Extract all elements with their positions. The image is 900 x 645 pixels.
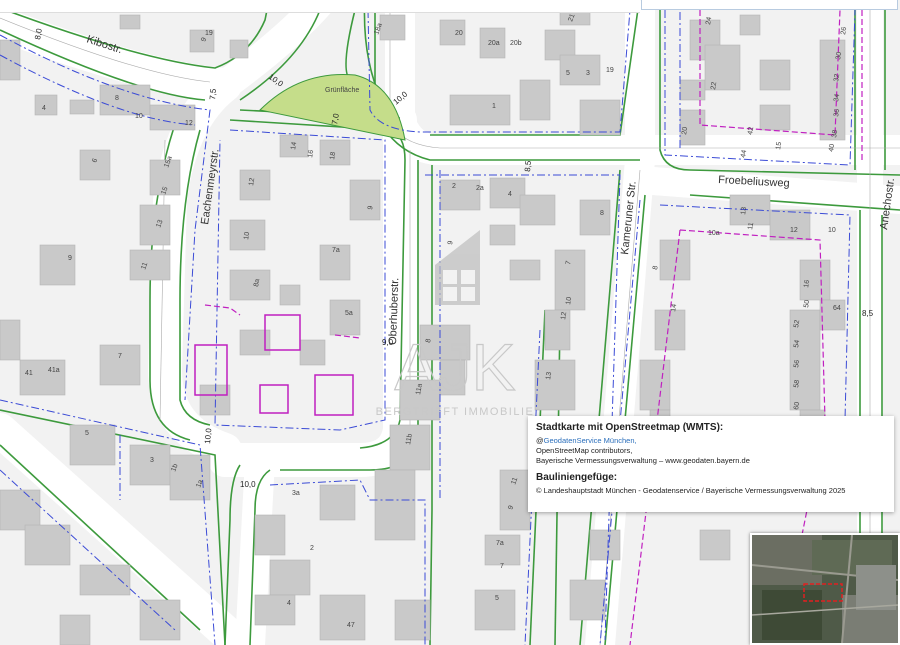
house-number: 12 [790,227,798,234]
house-number: 38 [831,129,839,138]
house-number: 50 [803,299,811,308]
info-title: Stadtkarte mit OpenStreetmap (WMTS): [536,422,724,433]
house-number: 1 [492,103,496,110]
dimension-label: 10,0 [240,480,256,489]
green-area-label: Grünfläche [325,87,359,94]
dimension-label: 9,0 [382,338,394,347]
section-title: Bauliniengefüge: [536,472,618,483]
house-number: 10a [708,230,720,237]
info-panel: Stadtkarte mit OpenStreetmap (WMTS): @Ge… [528,416,894,512]
dimension-label: 7,5 [208,88,218,100]
house-number: 20b [510,40,522,47]
house-number: 9 [68,255,72,262]
house-number: 42 [747,126,755,135]
house-number: 11 [747,222,755,230]
house-number: 8 [115,95,119,102]
house-number: 3a [292,490,300,497]
street-label-oberhuberstr: Oberhuberstr. [387,277,401,345]
house-number: 5 [495,595,499,602]
house-number: 4 [508,191,512,198]
house-number: 13 [740,206,748,215]
house-number: 44 [740,149,748,158]
house-number: 10 [243,231,251,240]
house-number: 26 [840,26,848,35]
dimension-label: 8,5 [862,309,874,318]
house-number: 20a [488,40,500,47]
house-number: 56 [793,359,801,368]
house-number: 14 [290,141,298,150]
house-number: 16 [307,149,315,158]
house-number: 41 [25,370,33,377]
minimap-image [752,535,898,643]
house-number: 54 [793,339,801,348]
house-number: 16 [803,279,811,288]
house-number: 64 [833,305,841,312]
overview-minimap[interactable] [750,533,900,645]
house-number: 12 [560,311,568,320]
house-number: 7 [500,563,504,570]
house-number: 18 [329,151,337,160]
house-number: 47 [347,622,355,629]
house-number: 2 [452,183,456,190]
credit-line: OpenStreetMap contributors, [536,446,633,455]
house-number: 7a [332,247,340,254]
house-number: 10 [135,113,143,120]
house-number: 52 [793,319,801,328]
house-number: 2a [476,185,484,192]
house-number: 20 [681,126,689,135]
house-number: 5a [345,310,353,317]
house-number: 8 [600,210,604,217]
house-number: 32 [833,73,841,82]
house-number: 2 [310,545,314,552]
house-number: 41a [48,367,60,374]
house-number: 4 [42,105,46,112]
house-number: 24 [705,16,713,25]
house-number: 34 [833,93,841,102]
house-number: 20 [455,30,463,37]
credit-link[interactable]: GeodatenService München, [544,436,637,445]
house-number: 22 [710,81,718,90]
house-number: 10 [565,296,573,305]
house-number: 19 [205,30,213,37]
house-number: 3 [586,70,590,77]
credit-icon: @ [536,436,544,445]
house-number: 15 [775,141,783,150]
house-number: 14 [670,303,678,312]
house-number: 8a [253,278,261,287]
house-number: 13 [545,371,553,380]
house-number: 3 [150,457,154,464]
house-number: 7a [496,540,504,547]
dimension-label: 8,5 [523,160,533,172]
top-toolbar [0,0,640,13]
search-box[interactable] [641,0,898,10]
house-number: 5 [85,430,89,437]
house-number: 58 [793,379,801,388]
house-number: 10 [828,227,836,234]
house-number: 12 [185,120,193,127]
house-number: 36 [833,108,841,117]
house-number: 40 [828,143,836,152]
house-number: 12 [248,177,256,186]
house-number: 30 [835,51,843,60]
house-number: 19 [606,67,614,74]
section-text: © Landeshauptstadt München - Geodatenser… [536,486,846,495]
credit-line: Bayerische Vermessungsverwaltung – www.g… [536,456,750,465]
house-number: 4 [287,600,291,607]
house-number: 5 [566,70,570,77]
house-number: 7 [118,353,122,360]
dimension-label: 10,0 [203,427,213,444]
house-number: 60 [793,401,801,410]
